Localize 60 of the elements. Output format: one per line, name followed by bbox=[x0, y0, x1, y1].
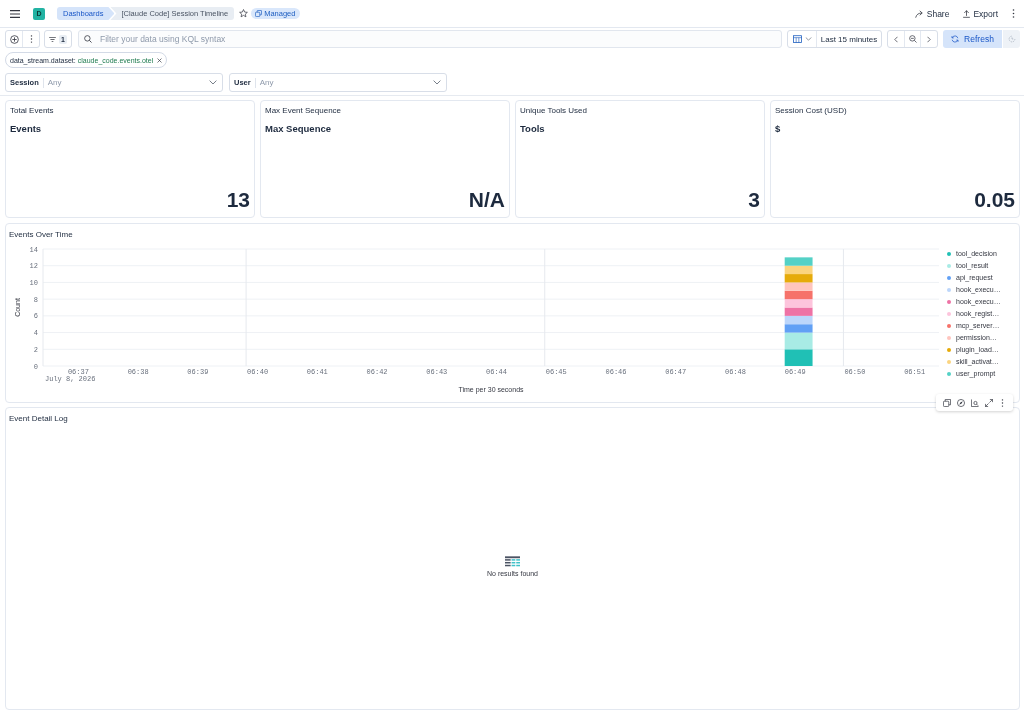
metric-title: Total Events bbox=[10, 105, 55, 116]
kebab-icon bbox=[1012, 9, 1015, 18]
bar-segment bbox=[784, 349, 813, 366]
menu-icon[interactable] bbox=[10, 9, 20, 18]
caret-icon bbox=[433, 80, 441, 85]
panel-action-button[interactable] bbox=[941, 397, 952, 408]
metric-value: 3 bbox=[747, 188, 760, 212]
field-placeholder: Any bbox=[46, 78, 62, 87]
panel-action-button[interactable] bbox=[983, 397, 994, 408]
compass-icon bbox=[956, 398, 965, 407]
more-button[interactable] bbox=[1012, 9, 1015, 18]
metric-value: 0.05 bbox=[973, 188, 1015, 212]
search-field[interactable]: Filter your data using KQL syntax bbox=[78, 30, 782, 48]
panel-title: Event Detail Log bbox=[8, 413, 69, 424]
bar-segment bbox=[784, 290, 813, 300]
expand-icon bbox=[984, 398, 993, 407]
calendar-icon bbox=[792, 35, 802, 43]
table-icon bbox=[505, 556, 520, 567]
bar-segment bbox=[784, 265, 813, 275]
refresh-button[interactable]: Refresh bbox=[943, 30, 1002, 48]
bar-segment bbox=[784, 299, 813, 308]
bar-segment bbox=[784, 282, 813, 291]
filter-icon bbox=[49, 36, 57, 42]
caret-icon bbox=[804, 37, 812, 41]
chevron-left-icon bbox=[893, 35, 898, 43]
field-placeholder: Any bbox=[258, 78, 274, 87]
metric-label: $ bbox=[775, 123, 782, 135]
header-action-button[interactable]: Share bbox=[914, 8, 950, 19]
chart-magnifier-icon bbox=[970, 398, 979, 407]
bar-segment bbox=[784, 274, 813, 283]
squares-icon bbox=[255, 10, 263, 17]
bar-segment bbox=[784, 307, 813, 316]
panel-action-button[interactable] bbox=[969, 397, 980, 408]
search-icon bbox=[84, 35, 92, 43]
refresh-icon bbox=[951, 35, 960, 43]
upload-icon bbox=[963, 9, 971, 18]
panel-action-button[interactable] bbox=[955, 397, 966, 408]
star-icon[interactable] bbox=[239, 9, 249, 18]
timer-icon bbox=[1007, 35, 1016, 43]
header-action-button[interactable]: Export bbox=[963, 8, 998, 19]
add-icon bbox=[9, 34, 19, 44]
metric-value: 13 bbox=[225, 188, 250, 212]
metric-label: Events bbox=[10, 123, 43, 135]
caret-icon bbox=[209, 80, 217, 85]
share-icon bbox=[914, 9, 924, 18]
metric-label: Tools bbox=[520, 123, 546, 135]
layers-icon bbox=[942, 398, 951, 407]
bar-segment bbox=[784, 257, 813, 266]
close-icon[interactable] bbox=[157, 57, 163, 63]
chevron-right-icon bbox=[927, 35, 932, 43]
metric-label: Max Sequence bbox=[265, 123, 332, 135]
panel-title: Events Over Time bbox=[8, 229, 74, 240]
metric-value: N/A bbox=[467, 188, 505, 212]
kebab-icon bbox=[1001, 398, 1004, 407]
bar-segment bbox=[784, 315, 813, 325]
metric-title: Max Event Sequence bbox=[265, 105, 343, 116]
metric-title: Session Cost (USD) bbox=[775, 105, 848, 116]
zoom-out-icon bbox=[908, 35, 917, 43]
kebab-icon bbox=[29, 35, 33, 43]
metric-title: Unique Tools Used bbox=[520, 105, 588, 116]
